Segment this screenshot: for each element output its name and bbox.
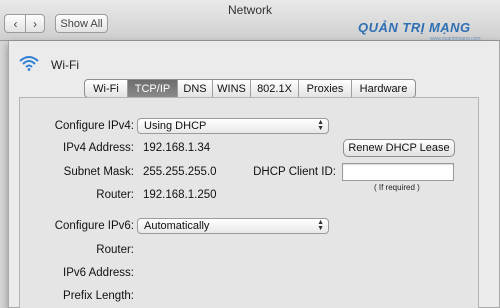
settings-tab-bar: Wi-Fi TCP/IP DNS WINS 802.1X Proxies Har… bbox=[84, 79, 416, 98]
ipv6-router-label: Router: bbox=[96, 244, 134, 256]
configure-ipv4-select[interactable]: Using DHCP ▲ ▼ bbox=[137, 118, 329, 134]
dhcp-client-id-hint: ( If required ) bbox=[374, 183, 420, 192]
tab-dns[interactable]: DNS bbox=[178, 80, 213, 97]
prefix-length-label: Prefix Length: bbox=[63, 290, 134, 302]
select-arrows-icon: ▲ ▼ bbox=[317, 219, 324, 232]
tab-proxies[interactable]: Proxies bbox=[299, 80, 352, 97]
configure-ipv4-value: Using DHCP bbox=[144, 120, 207, 132]
ipv4-address-label: IPv4 Address: bbox=[63, 142, 134, 154]
configure-ipv4-label: Configure IPv4: bbox=[54, 120, 134, 132]
back-button[interactable]: ‹ bbox=[4, 14, 26, 33]
dhcp-client-id-field[interactable] bbox=[342, 163, 454, 181]
configure-ipv6-value: Automatically bbox=[144, 220, 210, 232]
tab-wins[interactable]: WINS bbox=[213, 80, 251, 97]
watermark-title: QUẢN TRỊ MẠNG bbox=[358, 20, 471, 35]
ipv4-address-value: 192.168.1.34 bbox=[143, 142, 211, 154]
show-all-button[interactable]: Show All bbox=[55, 14, 108, 33]
subnet-mask-value: 255.255.255.0 bbox=[143, 166, 217, 178]
tab-wifi[interactable]: Wi-Fi bbox=[85, 80, 128, 97]
configure-ipv6-label: Configure IPv6: bbox=[54, 220, 134, 232]
configure-ipv6-select[interactable]: Automatically ▲ ▼ bbox=[137, 218, 329, 234]
subnet-mask-label: Subnet Mask: bbox=[63, 166, 134, 178]
dhcp-client-id-label: DHCP Client ID: bbox=[253, 166, 336, 178]
ipv6-address-label: IPv6 Address: bbox=[63, 267, 134, 279]
tab-tcpip[interactable]: TCP/IP bbox=[128, 80, 178, 97]
renew-dhcp-lease-button[interactable]: Renew DHCP Lease bbox=[343, 139, 455, 157]
watermark-logo: QUẢN TRỊ MẠNG www.quantrimang.com bbox=[358, 20, 498, 46]
tab-hardware[interactable]: Hardware bbox=[352, 80, 415, 97]
watermark-url: www.quantrimang.com bbox=[430, 36, 481, 42]
select-arrows-icon: ▲ ▼ bbox=[317, 119, 324, 132]
connection-name: Wi-Fi bbox=[51, 58, 79, 72]
ipv4-router-value: 192.168.1.250 bbox=[143, 189, 217, 201]
tab-8021x[interactable]: 802.1X bbox=[251, 80, 299, 97]
forward-button[interactable]: › bbox=[25, 14, 45, 33]
ipv4-router-label: Router: bbox=[96, 189, 134, 201]
wifi-icon bbox=[19, 56, 39, 71]
